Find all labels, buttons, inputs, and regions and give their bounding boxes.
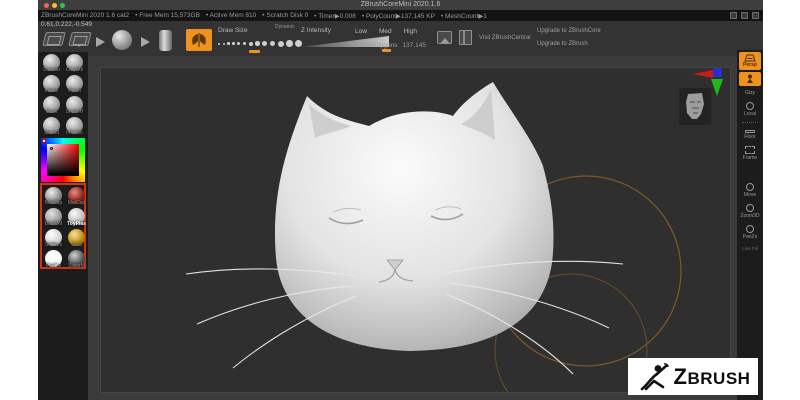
zoom3d-button[interactable]: Zoom3D xyxy=(739,202,761,221)
left-shelf: Standar ClayBui Inflate Pinch Move Snake… xyxy=(38,52,88,400)
documentation-icon[interactable] xyxy=(459,30,472,45)
arrow-icon xyxy=(96,37,110,47)
right-shelf: Persp Gizy Local Floor Frame Move Zoom3D… xyxy=(737,50,763,400)
sphere-primitive-button[interactable] xyxy=(112,30,132,50)
zbrush-runner-icon xyxy=(640,362,669,390)
copy-icon[interactable] xyxy=(741,12,748,19)
y-axis-icon[interactable] xyxy=(711,79,723,102)
save-project-icon[interactable] xyxy=(68,32,92,46)
resolution-low-button[interactable]: Low xyxy=(355,28,367,35)
material-basic[interactable]: BasiCM xyxy=(42,206,65,227)
arrow-icon xyxy=(141,37,155,47)
move-hand-icon xyxy=(746,183,754,191)
material-silver[interactable]: SilverM xyxy=(65,248,88,269)
resolution-high-button[interactable]: High xyxy=(404,28,417,35)
zbrush-logo: ZBRUSH xyxy=(628,358,758,395)
brush-pinch[interactable]: Pinch xyxy=(63,73,86,94)
scratch-disk-status: • Scratch Disk 0 xyxy=(262,12,309,19)
figure-icon xyxy=(747,74,753,83)
shelf-divider xyxy=(742,122,758,123)
draw-size-slider[interactable] xyxy=(218,40,302,47)
cursor-coordinates: 0.61,0.222,-0.549 xyxy=(41,21,92,28)
active-mem-status: • Active Mem 810 xyxy=(205,12,257,19)
z-intensity-slider-handle[interactable] xyxy=(382,49,391,52)
free-mem-status: • Free Mem 15,573GB xyxy=(135,12,200,19)
brush-hpolish[interactable]: hPolish xyxy=(63,115,86,136)
persp-button[interactable]: Persp xyxy=(739,52,761,70)
title-bar: ZBrushCoreMini 2020.1.6 xyxy=(38,0,763,10)
material-matcap-gray[interactable]: MatCap xyxy=(42,185,65,206)
status-bar: ZBrushCoreMini 2020 1.6 cat2 • Free Mem … xyxy=(38,10,763,21)
brush-slash3[interactable]: Slash3 xyxy=(40,115,63,136)
dynamic-label: Dynamic xyxy=(275,24,295,30)
material-matcap-red[interactable]: MatCap xyxy=(65,185,88,206)
z-intensity-label: Z Intensity xyxy=(301,27,331,34)
app-window: ZBrushCoreMini 2020.1.6 ZBrushCoreMini 2… xyxy=(38,0,763,400)
persp-icon xyxy=(744,54,756,62)
brush-palette: Standar ClayBui Inflate Pinch Move Snake… xyxy=(40,52,86,136)
color-selection-dot xyxy=(50,147,53,150)
move-button[interactable]: Move xyxy=(739,181,761,200)
active-polygons-label: ActivePolygons xyxy=(353,42,398,49)
frame-icon xyxy=(745,146,755,154)
upgrade-zbrush-link[interactable]: Upgrade to ZBrush xyxy=(537,41,588,47)
material-skin[interactable]: SkMars xyxy=(42,227,65,248)
local-button[interactable]: Local xyxy=(739,100,761,119)
brush-snakehook[interactable]: SnakeH xyxy=(63,94,86,115)
cylinder-primitive-button[interactable] xyxy=(159,30,172,51)
zbrush-logo-text: ZBRUSH xyxy=(673,363,751,389)
material-toyplastic[interactable]: ToyPlas xyxy=(65,206,88,227)
draw-size-label: Draw Size xyxy=(218,27,248,34)
canvas-gutter xyxy=(88,56,737,400)
resolution-med-button[interactable]: Med xyxy=(379,28,392,35)
meshcount-status: • MeshCount▶1 xyxy=(440,12,487,20)
head-tool-icon xyxy=(686,93,704,119)
brush-inflate[interactable]: Inflate xyxy=(40,73,63,94)
active-polygons-value: 137,145 xyxy=(402,42,426,49)
symmetry-icon xyxy=(192,33,206,47)
cat-head-model xyxy=(185,82,682,392)
floor-button[interactable]: Floor xyxy=(739,128,761,142)
share-icon[interactable] xyxy=(752,12,759,19)
symmetry-toggle-button[interactable] xyxy=(186,29,212,51)
material-gold[interactable]: Gold xyxy=(65,227,88,248)
upgrade-zbrushcore-link[interactable]: Upgrade to ZBrushCore xyxy=(537,28,601,34)
material-flatcolor[interactable]: FlatCol xyxy=(42,248,65,269)
brush-claybuildup[interactable]: ClayBui xyxy=(63,52,86,73)
pan-button[interactable]: PanZo xyxy=(739,223,761,242)
shelf-footer-label: Line Fill xyxy=(742,246,758,251)
load-project-icon[interactable] xyxy=(42,32,66,46)
capture-icon[interactable] xyxy=(730,12,737,19)
draw-size-slider-handle[interactable] xyxy=(249,50,260,53)
window-title: ZBrushCoreMini 2020.1.6 xyxy=(360,1,441,8)
export-image-icon[interactable] xyxy=(437,31,452,44)
z-axis-icon[interactable] xyxy=(713,68,722,77)
x-axis-icon[interactable] xyxy=(689,70,713,78)
active-tool-preview[interactable] xyxy=(679,88,711,125)
local-icon xyxy=(746,102,754,110)
color-picker-marker xyxy=(42,139,46,143)
top-shelf-toolbar: 0.61,0.222,-0.549 Draw Size Dynamic Z In… xyxy=(38,21,763,56)
sculpt-viewport[interactable] xyxy=(100,67,731,393)
color-picker[interactable] xyxy=(41,138,85,182)
document-name: ZBrushCoreMini 2020 1.6 cat2 xyxy=(41,12,130,19)
material-palette: MatCap MatCap BasiCM ToyPlas SkMars Gold… xyxy=(40,183,86,269)
timer-status: • Timer▶0.008 xyxy=(314,12,356,20)
brush-standard[interactable]: Standar xyxy=(40,52,63,73)
zoom3d-icon xyxy=(746,204,754,212)
brush-move[interactable]: Move xyxy=(40,94,63,115)
pan-icon xyxy=(746,225,754,233)
frame-button[interactable]: Frame xyxy=(739,144,761,163)
floor-icon xyxy=(745,130,755,133)
gizmo-button[interactable]: Gizy xyxy=(739,88,761,98)
symmetry-view-button[interactable] xyxy=(739,72,761,86)
visit-zbrushcentral-link[interactable]: Visit ZBrushCentral xyxy=(479,35,531,41)
polycount-status: • PolyCount▶137,145 KP xyxy=(361,12,435,20)
